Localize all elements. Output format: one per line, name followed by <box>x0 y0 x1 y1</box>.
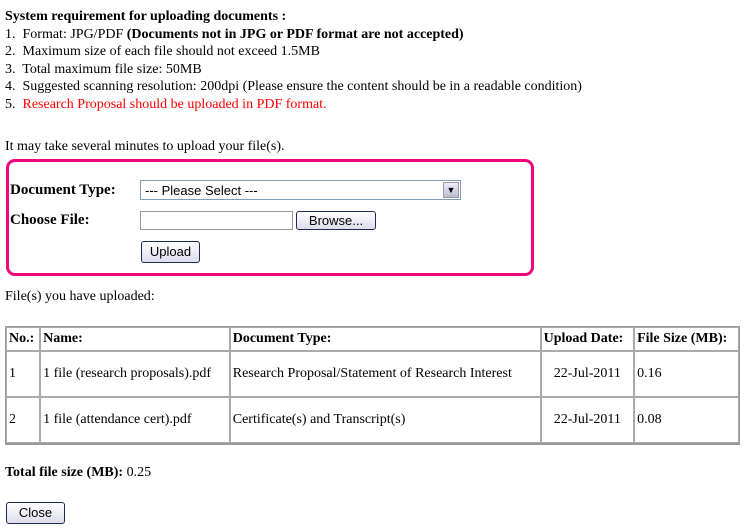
item-text: Maximum size of each file should not exc… <box>22 44 320 59</box>
requirement-item: 5. Research Proposal should be uploaded … <box>5 96 582 114</box>
item-text: Total maximum file size: 50MB <box>22 61 202 77</box>
total-label: Total file size (MB): <box>5 465 124 480</box>
total-file-size: Total file size (MB): 0.25 <box>5 465 151 481</box>
item-text: Format: JPG/PDF <box>22 26 127 42</box>
browse-button[interactable]: Browse... <box>296 211 376 230</box>
item-number: 1. <box>5 26 16 42</box>
requirements-title: System requirement for uploading documen… <box>5 9 287 24</box>
uploaded-files-label: File(s) you have uploaded: <box>5 289 155 304</box>
table-row: 1 1 file (research proposals).pdf Resear… <box>6 351 739 397</box>
cell-no: 1 <box>6 351 41 397</box>
table-row: 2 1 file (attendance cert).pdf Certifica… <box>6 397 739 443</box>
cell-file-size: 0.16 <box>634 351 739 397</box>
requirement-item: 4. Suggested scanning resolution: 200dpi… <box>5 78 582 96</box>
document-type-select[interactable]: --- Please Select --- ▼ <box>140 180 461 200</box>
requirement-item: 1. Format: JPG/PDF (Documents not in JPG… <box>5 26 582 44</box>
requirement-item: 2. Maximum size of each file should not … <box>5 43 582 61</box>
chevron-down-icon[interactable]: ▼ <box>443 182 459 198</box>
item-text: Suggested scanning resolution: 200dpi (P… <box>22 79 582 94</box>
item-text-warning: Research Proposal should be uploaded in … <box>22 96 327 112</box>
cell-name: 1 file (attendance cert).pdf <box>40 397 230 443</box>
item-number: 2. <box>5 44 16 59</box>
cell-upload-date: 22-Jul-2011 <box>540 397 635 443</box>
col-name: Name: <box>40 327 230 351</box>
choose-file-label: Choose File: <box>10 212 90 228</box>
col-no: No.: <box>6 327 41 351</box>
cell-name: 1 file (research proposals).pdf <box>40 351 230 397</box>
item-number: 4. <box>5 79 16 94</box>
upload-button[interactable]: Upload <box>141 241 200 263</box>
item-number: 3. <box>5 61 16 77</box>
file-path-input[interactable] <box>140 211 293 230</box>
col-file-size: File Size (MB): <box>634 327 739 351</box>
cell-upload-date: 22-Jul-2011 <box>540 351 635 397</box>
requirements: System requirement for uploading documen… <box>5 8 582 113</box>
cell-document-type: Research Proposal/Statement of Research … <box>229 351 541 397</box>
uploaded-files-table: No.: Name: Document Type: Upload Date: F… <box>5 326 740 445</box>
upload-time-note: It may take several minutes to upload yo… <box>5 139 285 154</box>
requirement-item: 3. Total maximum file size: 50MB <box>5 61 582 79</box>
document-type-label: Document Type: <box>10 182 116 198</box>
table-header-row: No.: Name: Document Type: Upload Date: F… <box>6 327 739 351</box>
close-button[interactable]: Close <box>6 502 65 524</box>
total-value: 0.25 <box>123 465 152 480</box>
col-upload-date: Upload Date: <box>540 327 635 351</box>
col-document-type: Document Type: <box>229 327 541 351</box>
cell-document-type: Certificate(s) and Transcript(s) <box>229 397 541 443</box>
item-bold-text: (Documents not in JPG or PDF format are … <box>126 26 464 42</box>
selected-value: --- Please Select --- <box>145 183 258 198</box>
item-number: 5. <box>5 96 16 112</box>
cell-no: 2 <box>6 397 41 443</box>
cell-file-size: 0.08 <box>634 397 739 443</box>
